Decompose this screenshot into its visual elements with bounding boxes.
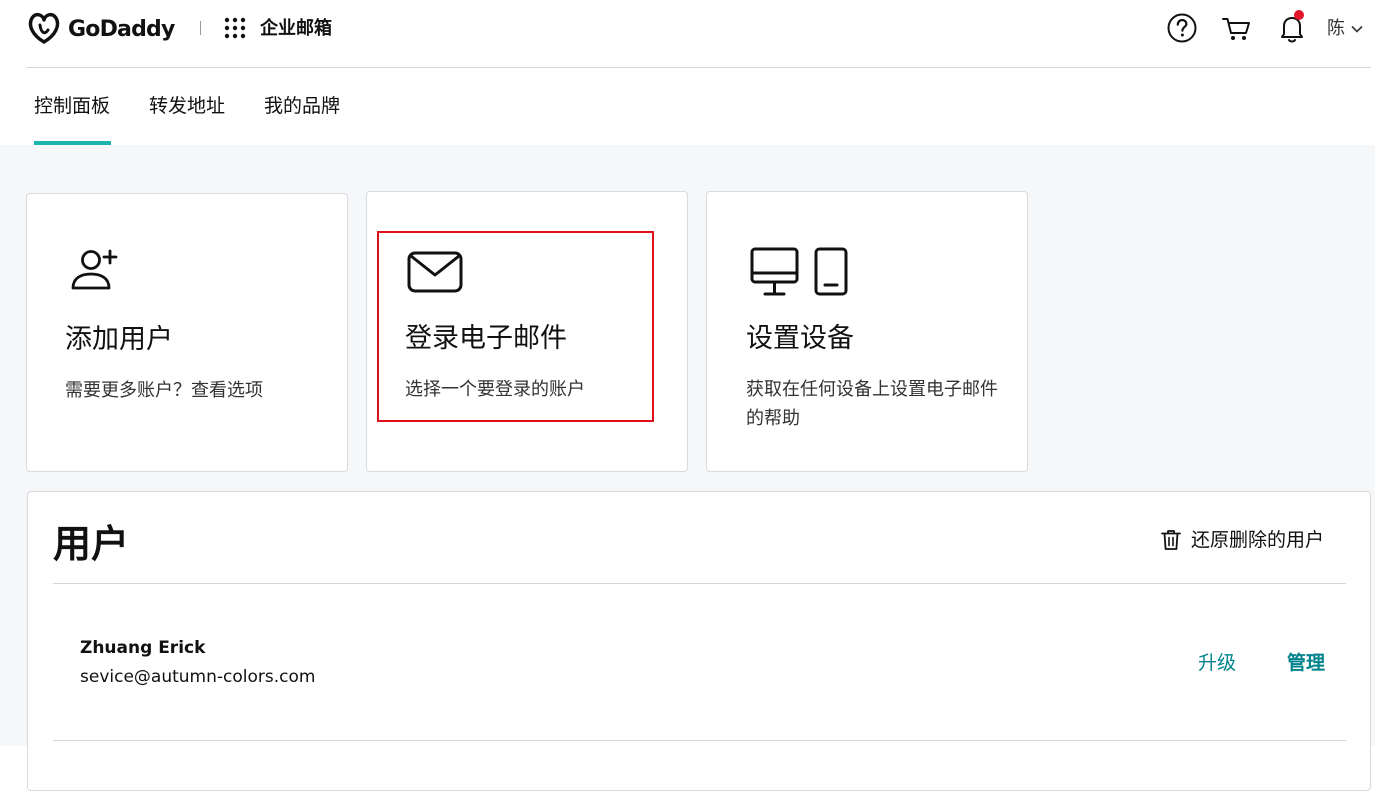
product-name[interactable]: 企业邮箱	[260, 17, 332, 41]
user-name: Zhuang Erick	[80, 638, 206, 658]
row-divider	[53, 740, 1346, 741]
header-separator	[200, 21, 201, 35]
add-user-icon	[71, 249, 118, 290]
upgrade-link[interactable]: 升级	[1198, 651, 1236, 675]
tab-bar: 控制面板 转发地址 我的品牌	[0, 68, 1375, 145]
restore-deleted-users-button[interactable]: 还原删除的用户	[1161, 528, 1324, 552]
card-description: 需要更多账户？查看选项	[65, 380, 263, 401]
notification-dot	[1294, 10, 1304, 20]
cart-icon[interactable]	[1221, 12, 1253, 44]
user-email: sevice@autumn-colors.com	[80, 667, 316, 687]
top-header: GoDaddy 企业邮箱 陈	[0, 0, 1375, 68]
devices-icon	[750, 247, 848, 296]
add-user-card[interactable]: 添加用户 需要更多账户？查看选项	[26, 193, 348, 472]
logo-text: GoDaddy	[68, 16, 175, 42]
sign-in-email-card[interactable]: 登录电子邮件 选择一个要登录的账户	[366, 191, 688, 472]
card-description: 选择一个要登录的账户	[405, 379, 585, 400]
table-row: Zhuang Erick sevice@autumn-colors.com 升级…	[53, 584, 1346, 741]
trash-icon	[1161, 530, 1181, 550]
card-description: 获取在任何设备上设置电子邮件的帮助	[746, 379, 998, 429]
user-initial: 陈	[1327, 18, 1345, 39]
tab-my-brand[interactable]: 我的品牌	[264, 94, 340, 118]
tab-forwarding[interactable]: 转发地址	[149, 94, 225, 118]
apps-grid-icon[interactable]	[224, 17, 246, 39]
user-menu[interactable]: 陈	[1327, 17, 1363, 41]
card-title: 登录电子邮件	[405, 323, 567, 354]
godaddy-logo-icon	[28, 12, 60, 44]
help-icon[interactable]	[1166, 12, 1198, 44]
manage-link[interactable]: 管理	[1287, 651, 1325, 675]
tab-dashboard[interactable]: 控制面板	[34, 94, 110, 118]
chevron-down-icon	[1351, 25, 1363, 33]
card-title: 添加用户	[65, 324, 173, 355]
users-panel: 用户 还原删除的用户 Zhuang Erick sevice@autumn-co…	[27, 491, 1371, 791]
restore-deleted-users-label: 还原删除的用户	[1191, 529, 1325, 551]
card-title: 设置设备	[746, 323, 854, 354]
godaddy-logo[interactable]: GoDaddy	[26, 12, 175, 46]
users-heading: 用户	[53, 522, 130, 566]
main-content: 添加用户 需要更多账户？查看选项 登录电子邮件 选择一个要登录的账户 设置设备 …	[0, 145, 1375, 791]
envelope-icon	[407, 251, 463, 293]
setup-devices-card[interactable]: 设置设备 获取在任何设备上设置电子邮件的帮助	[706, 191, 1028, 472]
